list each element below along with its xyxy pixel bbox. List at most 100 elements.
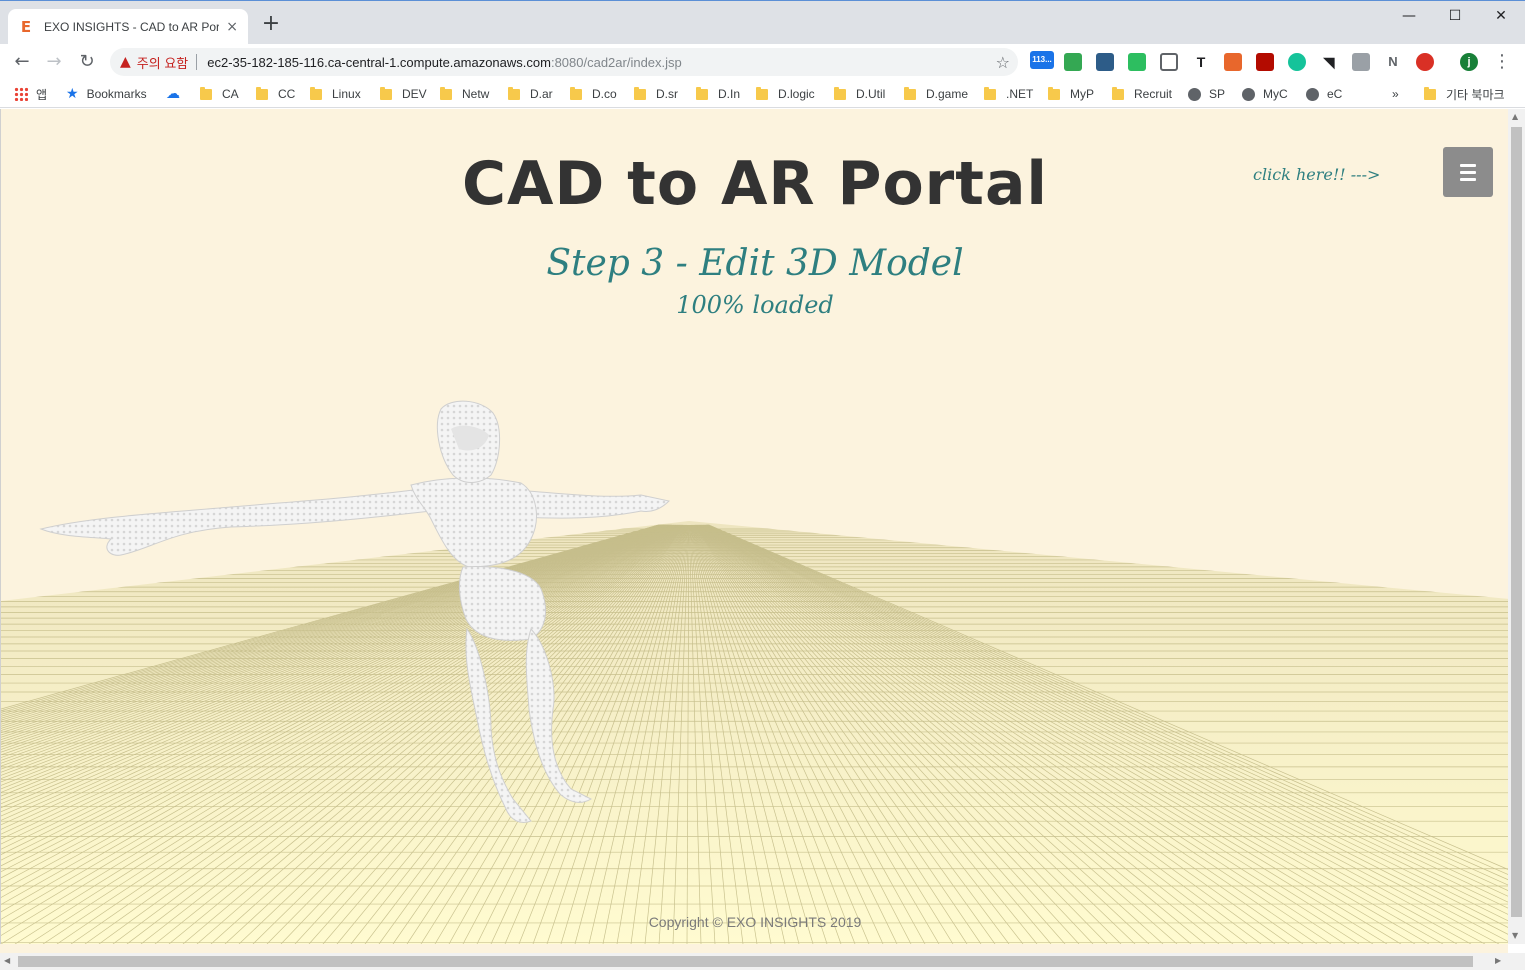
bookmark-label: Netw: [462, 87, 490, 101]
globe-icon: [1242, 87, 1255, 101]
rss-icon[interactable]: ◥: [1320, 53, 1338, 71]
bookmark-label: CA: [222, 87, 239, 101]
scroll-left-icon[interactable]: ◀: [4, 956, 10, 965]
grammarly-icon[interactable]: [1288, 53, 1306, 71]
other-bookmarks[interactable]: 기타 북마크: [1424, 85, 1505, 103]
back-button[interactable]: ←: [10, 50, 34, 74]
bookmark-label: D.sr: [656, 87, 678, 101]
bookmark-item[interactable]: D.ar: [508, 85, 553, 103]
bookmark-item[interactable]: D.co: [570, 85, 617, 103]
bookmark-item[interactable]: D.game: [904, 85, 968, 103]
bookmark-label: D.game: [926, 87, 969, 101]
bookmark-item[interactable]: ★ Bookmarks: [66, 85, 147, 103]
folder-icon: [1424, 86, 1436, 100]
new-tab-button[interactable]: +: [260, 13, 282, 35]
folder-icon: [1048, 86, 1060, 100]
pocket-icon[interactable]: [1160, 53, 1178, 71]
folder-icon: [834, 86, 846, 100]
click-here-hint: click here!! --->: [1253, 165, 1381, 184]
bookmark-item[interactable]: Netw: [440, 85, 489, 103]
extension-n-icon[interactable]: N: [1384, 53, 1402, 71]
close-tab-icon[interactable]: ×: [226, 19, 238, 35]
extension-ex-icon[interactable]: [1224, 53, 1242, 71]
browser-tab[interactable]: E EXO INSIGHTS - CAD to AR Portal ×: [8, 9, 248, 45]
security-status[interactable]: 주의 요함: [137, 53, 188, 72]
globe-icon: [1188, 87, 1201, 101]
scroll-up-icon[interactable]: ▲: [1512, 112, 1518, 121]
bookmark-item[interactable]: Recruit: [1112, 85, 1172, 103]
bookmark-item[interactable]: MyP: [1048, 85, 1094, 103]
bookmark-label: 앱: [36, 87, 48, 102]
cube-icon[interactable]: [1352, 53, 1370, 71]
bookmark-item[interactable]: D.sr: [634, 85, 678, 103]
folder-icon: [634, 86, 646, 100]
folder-icon: [440, 86, 452, 100]
menu-kebab-icon[interactable]: ⋮: [1490, 50, 1514, 74]
star-icon: ★: [66, 86, 79, 102]
page-viewport: CAD to AR Portal Step 3 - Edit 3D Model …: [0, 109, 1508, 944]
bookmark-item[interactable]: 앱: [14, 85, 47, 103]
bookmark-label: .NET: [1006, 87, 1034, 101]
reload-button[interactable]: ↻: [75, 50, 99, 74]
3d-scene-canvas[interactable]: [1, 109, 1508, 944]
typography-icon[interactable]: T: [1192, 53, 1210, 71]
minimize-button[interactable]: —: [1386, 1, 1432, 33]
tab-title: EXO INSIGHTS - CAD to AR Portal: [44, 20, 219, 34]
bookmark-item[interactable]: D.logic: [756, 85, 815, 103]
acrobat-icon[interactable]: [1256, 53, 1274, 71]
url-host: ec2-35-182-185-116.ca-central-1.compute.…: [207, 54, 551, 70]
extension-badge-icon[interactable]: 113...: [1030, 51, 1054, 69]
bookmark-star-icon[interactable]: ☆: [996, 53, 1010, 72]
hamburger-icon-bar: [1460, 177, 1476, 181]
cloud-icon: ☁: [166, 86, 180, 102]
horizontal-scroll-thumb[interactable]: [18, 956, 1473, 967]
floor-grid: [1, 521, 1508, 944]
folder-icon: [984, 86, 996, 100]
bookmark-item[interactable]: ☁: [166, 85, 188, 103]
divider: [196, 54, 198, 70]
bookmark-item[interactable]: D.In: [696, 85, 740, 103]
bookmarks-overflow-button[interactable]: »: [1392, 85, 1399, 103]
maximize-button[interactable]: ☐: [1432, 1, 1478, 33]
address-bar[interactable]: ▲ 주의 요함 ec2-35-182-185-116.ca-central-1.…: [110, 48, 1018, 76]
folder-icon: [508, 86, 520, 100]
bookmark-label: eC: [1327, 87, 1343, 101]
evernote-icon[interactable]: [1128, 53, 1146, 71]
other-bookmarks-label: 기타 북마크: [1446, 87, 1505, 102]
bookmark-item[interactable]: Linux: [310, 85, 361, 103]
folder-icon: [904, 86, 916, 100]
bookmark-label: D.Util: [856, 87, 886, 101]
bookmark-item[interactable]: DEV: [380, 85, 427, 103]
lastpass-icon[interactable]: [1416, 53, 1434, 71]
bookmark-item[interactable]: CC: [256, 85, 295, 103]
vertical-scrollbar[interactable]: ▲ ▼: [1508, 109, 1525, 944]
profile-avatar[interactable]: j: [1460, 53, 1478, 71]
horizontal-scrollbar[interactable]: ◀ ▶: [0, 953, 1525, 970]
bookmark-item[interactable]: D.Util: [834, 85, 885, 103]
copyright-footer: Copyright © EXO INSIGHTS 2019: [648, 914, 862, 930]
tab-strip: E EXO INSIGHTS - CAD to AR Portal × + — …: [0, 0, 1525, 45]
close-window-button[interactable]: ✕: [1478, 1, 1524, 33]
bookmark-label: MyP: [1070, 87, 1094, 101]
bookmark-item[interactable]: SP: [1188, 85, 1225, 103]
extension-feedly-icon[interactable]: [1064, 53, 1082, 71]
step-heading: Step 3 - Edit 3D Model: [546, 243, 964, 284]
bookmark-label: SP: [1209, 87, 1226, 101]
scroll-right-icon[interactable]: ▶: [1495, 956, 1501, 965]
extension-translate-icon[interactable]: [1096, 53, 1114, 71]
bookmark-item[interactable]: MyC: [1242, 85, 1288, 103]
folder-icon: [380, 86, 392, 100]
scroll-down-icon[interactable]: ▼: [1512, 931, 1518, 940]
browser-toolbar: ← → ↻ ▲ 주의 요함 ec2-35-182-185-116.ca-cent…: [0, 44, 1525, 80]
load-status: 100% loaded: [676, 291, 834, 319]
vertical-scroll-thumb[interactable]: [1511, 127, 1522, 917]
hamburger-icon-bar: [1460, 170, 1476, 174]
bookmark-label: D.In: [718, 87, 741, 101]
warning-icon: ▲: [120, 54, 131, 70]
hamburger-menu-button[interactable]: [1443, 147, 1493, 197]
folder-icon: [696, 86, 708, 100]
forward-button[interactable]: →: [42, 50, 66, 74]
bookmark-item[interactable]: eC: [1306, 85, 1342, 103]
bookmark-item[interactable]: .NET: [984, 85, 1033, 103]
bookmark-item[interactable]: CA: [200, 85, 239, 103]
